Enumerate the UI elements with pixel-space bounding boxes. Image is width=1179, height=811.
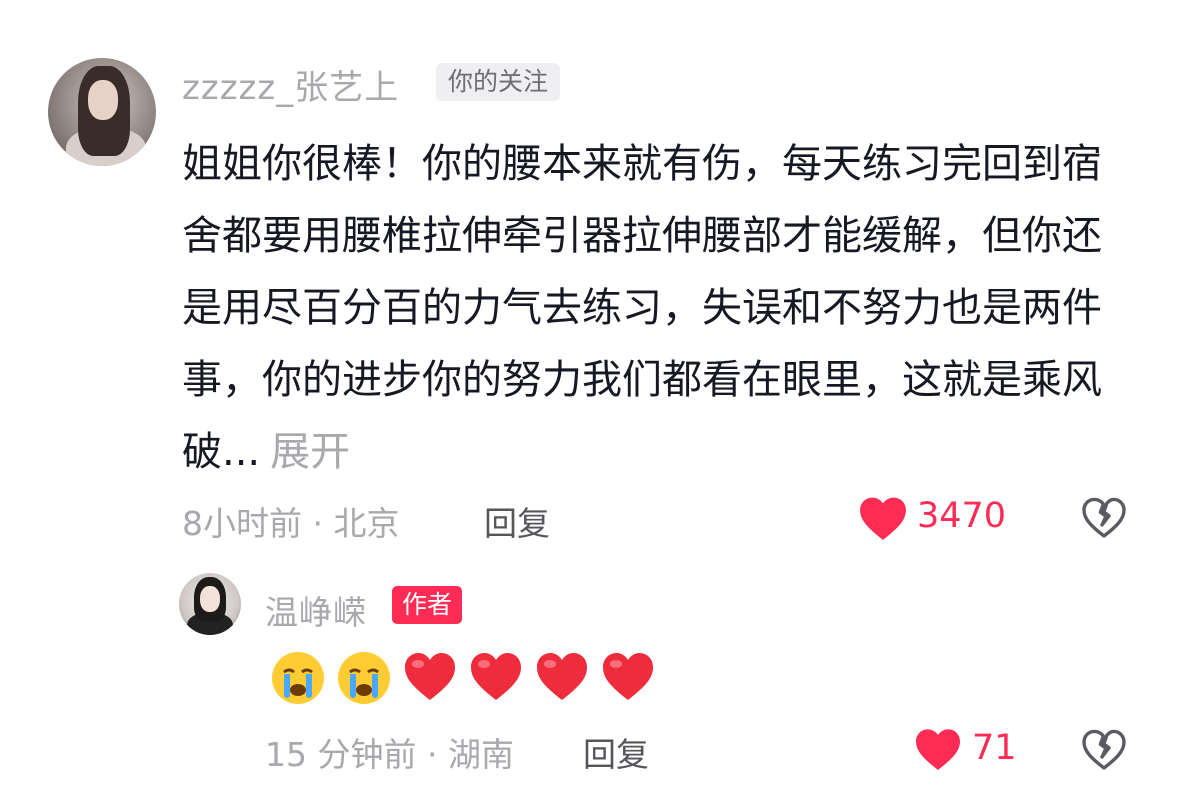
commenter-avatar[interactable] — [48, 58, 156, 166]
expand-link[interactable]: 展开 — [270, 429, 350, 475]
reply-time-location: 15 分钟前 · 湖南 — [265, 735, 514, 774]
like-heart-icon[interactable] — [858, 495, 908, 541]
comment-body: 姐姐你很棒！你的腰本来就有伤，每天练习完回到宿舍都要用腰椎拉伸牵引器拉伸腰部才能… — [182, 141, 1102, 475]
crying-face-icon — [272, 652, 324, 704]
following-badge: 你的关注 — [436, 63, 561, 101]
reply-button[interactable]: 回复 — [484, 497, 550, 545]
reply-like-count: 71 — [972, 728, 1017, 768]
reply-dislike-broken-heart-icon[interactable] — [1080, 727, 1128, 771]
reply-like-heart-icon[interactable] — [914, 727, 962, 771]
crying-face-icon — [338, 652, 390, 704]
comment-time-location: 8小时前 · 北京 — [182, 504, 400, 543]
red-heart-icon — [537, 653, 587, 700]
author-username[interactable]: 温峥嵘 — [265, 586, 367, 634]
comment-text[interactable]: 姐姐你很棒！你的腰本来就有伤，每天练习完回到宿舍都要用腰椎拉伸牵引器拉伸腰部才能… — [182, 128, 1122, 488]
author-avatar[interactable] — [179, 573, 241, 635]
like-count: 3470 — [917, 496, 1007, 536]
commenter-username[interactable]: zzzzz_张艺上 — [182, 60, 399, 109]
red-heart-icon — [471, 653, 521, 700]
author-badge: 作者 — [392, 586, 463, 624]
red-heart-icon — [603, 653, 653, 700]
reply-to-reply-button[interactable]: 回复 — [583, 728, 649, 776]
red-heart-icon — [405, 653, 455, 700]
dislike-broken-heart-icon[interactable] — [1080, 495, 1128, 539]
